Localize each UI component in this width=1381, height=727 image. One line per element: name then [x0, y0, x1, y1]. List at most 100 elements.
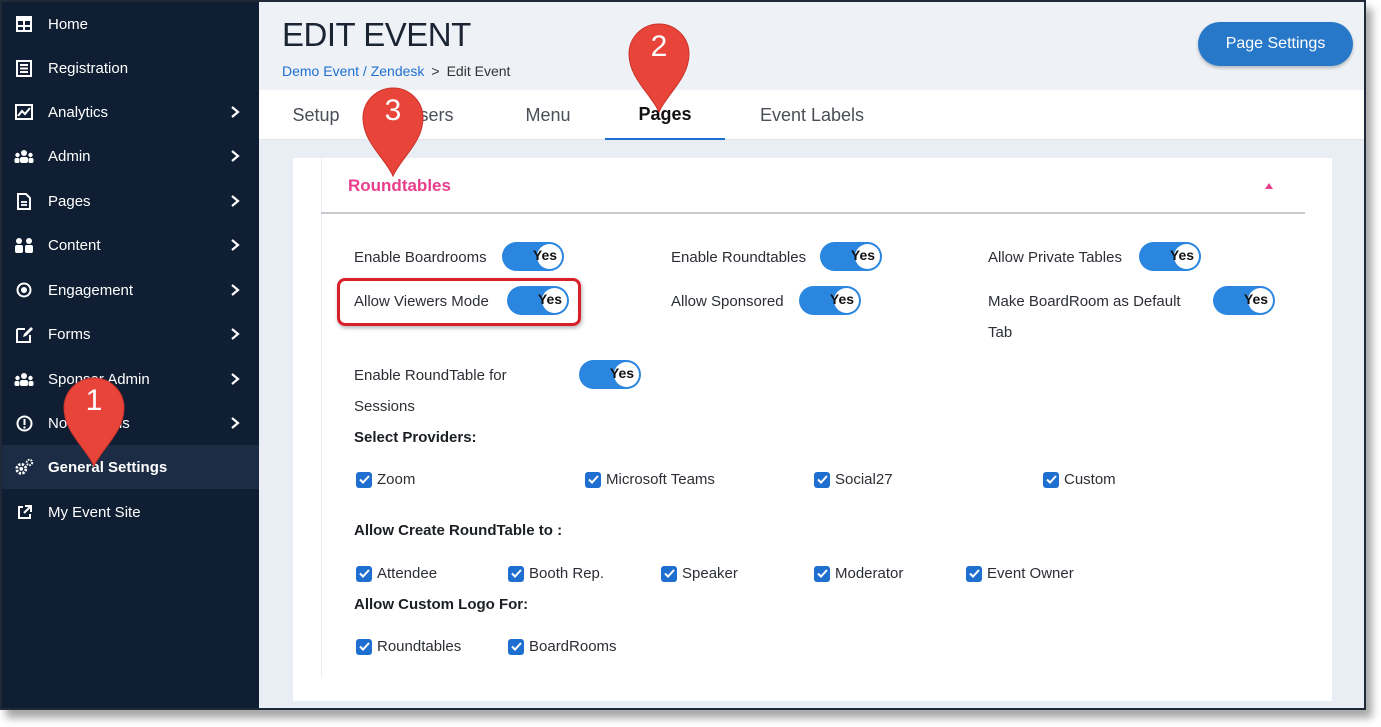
enable-boardrooms-toggle[interactable]: Yes [502, 242, 564, 271]
checkmark-icon [814, 471, 830, 488]
sidebar-item-engagement[interactable]: Engagement [2, 268, 259, 312]
role-checkbox-moderator[interactable]: Moderator [814, 565, 903, 582]
forms-edit-icon [14, 324, 34, 344]
notification-alert-icon [14, 413, 34, 433]
toggle-label-allow-sponsored: Allow Sponsored [671, 293, 784, 310]
toggle-value: Yes [609, 365, 635, 381]
sidebar-item-label: Analytics [48, 103, 109, 121]
callout-number: 3 [384, 94, 402, 127]
page-settings-button[interactable]: Page Settings [1198, 22, 1353, 66]
checkbox-label: Custom [1064, 471, 1116, 488]
chevron-right-icon [231, 417, 240, 429]
page-title: EDIT EVENT [282, 16, 471, 53]
sidebar-item-sponsor-admin[interactable]: Sponsor Admin [2, 357, 259, 401]
checkbox-label: Moderator [835, 565, 904, 582]
toggle-label-enable-boardrooms: Enable Boardrooms [354, 249, 487, 266]
checkbox-label: Booth Rep. [529, 565, 605, 582]
checkmark-icon [356, 565, 372, 582]
checkmark-icon [585, 471, 601, 488]
analytics-chart-icon [14, 102, 34, 122]
tab-menu[interactable]: Menu [508, 90, 588, 140]
checkmark-icon [1043, 471, 1059, 488]
checkmark-icon [814, 565, 830, 582]
chevron-right-icon [231, 284, 240, 296]
create-roundtable-heading: Allow Create RoundTable to : [354, 522, 563, 539]
external-link-icon [14, 502, 34, 522]
sidebar-item-content[interactable]: Content [2, 223, 259, 267]
chevron-right-icon [231, 239, 240, 251]
toggle-label-allow-private-tables: Allow Private Tables [988, 249, 1122, 266]
callout-marker-3: 3 [357, 80, 429, 180]
toggle-value: Yes [1169, 247, 1195, 263]
pages-document-icon [14, 191, 34, 211]
chevron-right-icon [231, 373, 240, 385]
role-checkbox-speaker[interactable]: Speaker [661, 565, 738, 582]
toggle-label-roundtable-sessions-line2: Sessions [354, 398, 415, 415]
sidebar-item-label: Engagement [48, 281, 134, 299]
section-divider [321, 212, 1305, 214]
allow-sponsored-toggle[interactable]: Yes [799, 286, 861, 315]
sidebar-item-label: Content [48, 236, 101, 254]
toggle-value: Yes [829, 291, 855, 307]
checkbox-label: Roundtables [377, 638, 462, 655]
callout-number: 2 [650, 30, 668, 63]
collapse-caret-icon[interactable] [1264, 182, 1274, 190]
sidebar-item-registration[interactable]: Registration [2, 46, 259, 90]
settings-gears-icon [14, 457, 34, 477]
engagement-target-icon [14, 280, 34, 300]
chevron-right-icon [231, 150, 240, 162]
checkmark-icon [356, 471, 372, 488]
sidebar-item-label: Forms [48, 325, 91, 343]
content-people-icon [14, 235, 34, 255]
checkmark-icon [966, 565, 982, 582]
checkbox-label: Speaker [682, 565, 738, 582]
tab-event-labels[interactable]: Event Labels [747, 90, 877, 140]
home-grid-icon [14, 14, 34, 34]
tab-setup[interactable]: Setup [279, 90, 353, 140]
sidebar-item-notifications[interactable]: Notifications [2, 401, 259, 445]
provider-checkbox-zoom[interactable]: Zoom [356, 471, 415, 488]
provider-checkbox-social27[interactable]: Social27 [814, 471, 893, 488]
checkmark-icon [356, 638, 372, 655]
breadcrumb: Demo Event / Zendesk > Edit Event [282, 63, 510, 79]
role-checkbox-booth-rep[interactable]: Booth Rep. [508, 565, 604, 582]
chevron-right-icon [231, 195, 240, 207]
sidebar-item-label: Pages [48, 192, 91, 210]
make-boardroom-default-toggle[interactable]: Yes [1213, 286, 1275, 315]
logo-checkbox-boardrooms[interactable]: BoardRooms [508, 638, 617, 655]
admin-users-icon [14, 146, 34, 166]
breadcrumb-link-event[interactable]: Demo Event / Zendesk [282, 63, 424, 79]
breadcrumb-separator: > [431, 63, 440, 79]
toggle-label-roundtable-sessions-line1: Enable RoundTable for [354, 367, 507, 384]
panel-divider [321, 158, 322, 678]
callout-number: 1 [85, 384, 103, 417]
toggle-label-enable-roundtables: Enable Roundtables [671, 249, 807, 266]
sidebar-item-forms[interactable]: Forms [2, 312, 259, 356]
chevron-right-icon [231, 106, 240, 118]
logo-checkbox-roundtables[interactable]: Roundtables [356, 638, 461, 655]
callout-marker-1: 1 [58, 370, 130, 470]
enable-roundtables-toggle[interactable]: Yes [820, 242, 882, 271]
sidebar-item-my-event-site[interactable]: My Event Site [2, 490, 259, 534]
role-checkbox-event-owner[interactable]: Event Owner [966, 565, 1074, 582]
role-checkbox-attendee[interactable]: Attendee [356, 565, 437, 582]
sidebar-item-pages[interactable]: Pages [2, 179, 259, 223]
toggle-label-make-boardroom-default-line2: Tab [988, 324, 1013, 341]
checkbox-label: Zoom [377, 471, 416, 488]
checkbox-label: Social27 [835, 471, 893, 488]
sidebar-item-analytics[interactable]: Analytics [2, 90, 259, 134]
sidebar-item-home[interactable]: Home [2, 2, 259, 46]
breadcrumb-current: Edit Event [446, 63, 511, 79]
sidebar-item-general-settings[interactable]: General Settings [2, 445, 259, 489]
sidebar-item-admin[interactable]: Admin [2, 134, 259, 178]
enable-roundtable-sessions-toggle[interactable]: Yes [579, 360, 641, 389]
toggle-value: Yes [532, 247, 558, 263]
allow-private-tables-toggle[interactable]: Yes [1139, 242, 1201, 271]
sidebar: Home Registration Analytics Admin Pages … [2, 2, 259, 708]
checkbox-label: BoardRooms [529, 638, 617, 655]
provider-checkbox-custom[interactable]: Custom [1043, 471, 1116, 488]
provider-checkbox-microsoft-teams[interactable]: Microsoft Teams [585, 471, 715, 488]
checkmark-icon [508, 638, 524, 655]
checkbox-label: Event Owner [987, 565, 1074, 582]
sidebar-item-label: My Event Site [48, 503, 141, 521]
